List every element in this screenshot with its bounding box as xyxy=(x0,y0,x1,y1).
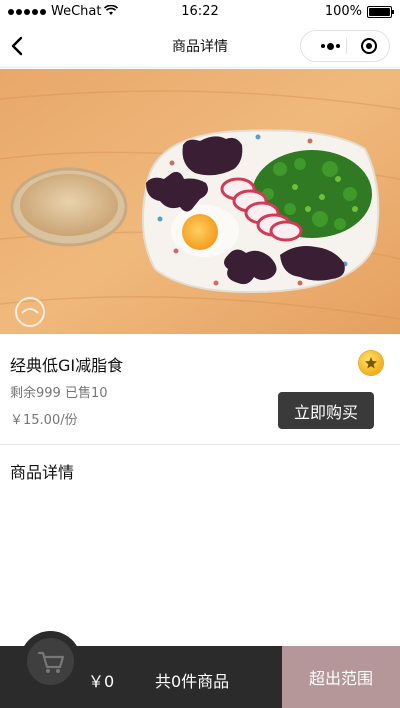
product-name: 经典低GI减脂食 xyxy=(10,356,124,375)
battery-percent: 100% xyxy=(324,4,362,19)
product-image xyxy=(0,69,400,334)
battery-icon xyxy=(367,5,394,18)
stock-sales-info: 剩余999 已售10 xyxy=(10,386,108,401)
cart-item-count: 共0件商品 xyxy=(155,672,230,691)
more-options-button[interactable] xyxy=(315,31,345,61)
section-divider xyxy=(0,444,400,445)
detail-heading: 商品详情 xyxy=(10,463,75,482)
nav-bar: 商品详情 xyxy=(0,24,400,68)
status-right: 100% xyxy=(324,4,394,19)
favorite-star-icon[interactable] xyxy=(359,351,383,375)
checkout-button[interactable]: 超出范围 xyxy=(282,646,400,708)
shopping-cart-icon xyxy=(37,651,65,673)
cart-button[interactable] xyxy=(20,631,81,692)
close-mini-program-button[interactable] xyxy=(361,38,377,54)
buy-now-button[interactable]: 立即购买 xyxy=(278,392,374,429)
product-price: ￥15.00/份 xyxy=(10,413,78,428)
mini-program-capsule xyxy=(300,30,390,62)
status-bar: WeChat 16:22 100% xyxy=(0,0,400,24)
cart-total: ￥0 xyxy=(88,672,115,691)
capsule-divider xyxy=(346,38,347,54)
cart-icon-wrap xyxy=(27,638,74,685)
